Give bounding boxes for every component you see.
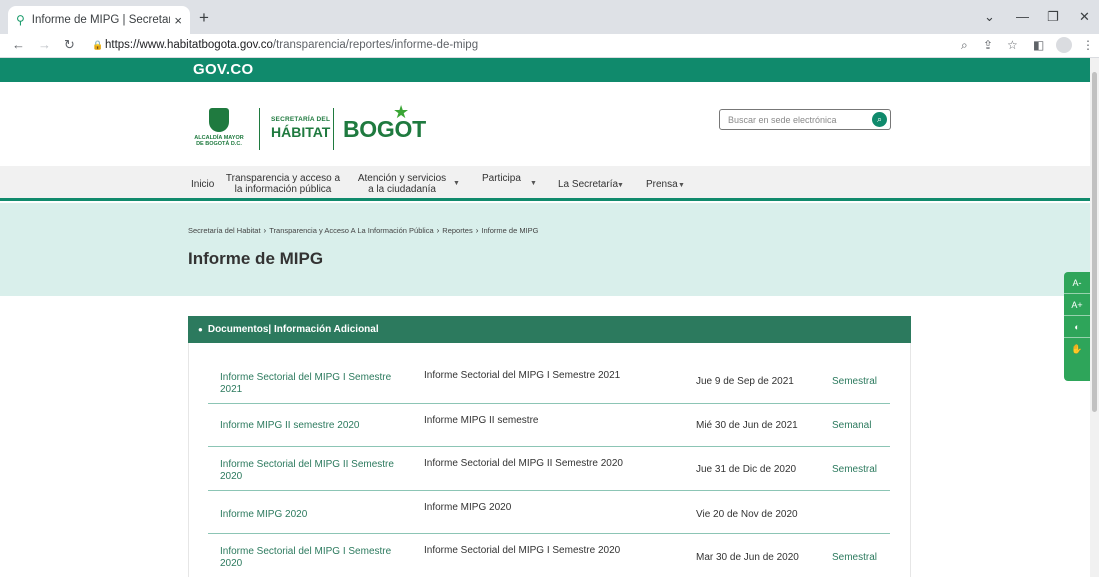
close-window-icon[interactable]: ✕: [1079, 9, 1090, 25]
chevron-down-icon[interactable]: ▼: [617, 182, 624, 189]
document-date: Mié 30 de Jun de 2021: [696, 420, 798, 431]
chevron-right-icon: ›: [475, 226, 479, 235]
chevron-down-icon[interactable]: ▼: [453, 180, 460, 187]
site-header: [0, 82, 1090, 166]
document-title-link[interactable]: Informe Sectorial del MIPG I Semestre 20…: [220, 372, 395, 396]
tab-title: Informe de MIPG | Secretaría del: [31, 14, 171, 26]
document-date: Vie 20 de Nov de 2020: [696, 509, 798, 520]
search-icon[interactable]: ⌕: [872, 112, 887, 127]
nav-la-secretaria[interactable]: La Secretaría: [558, 179, 618, 190]
document-frequency: Semestral: [832, 552, 878, 563]
document-row: Informe MIPG 2020 Informe MIPG 2020 Vie …: [208, 491, 890, 534]
circle-bullet-icon: ●: [198, 325, 203, 334]
bogota-logo[interactable]: BOGOT: [343, 116, 426, 143]
zoom-icon[interactable]: ⌕: [961, 38, 968, 53]
logo-divider-2: [333, 108, 334, 150]
document-date: Mar 30 de Jun de 2020: [696, 552, 799, 563]
document-title-link[interactable]: Informe Sectorial del MIPG II Semestre 2…: [220, 459, 395, 483]
document-date: Jue 31 de Dic de 2020: [696, 464, 797, 475]
gov-co-bar: GOV.CO: [0, 58, 1090, 82]
page-scrollbar[interactable]: [1090, 58, 1099, 577]
document-title-link[interactable]: Informe Sectorial del MIPG I Semestre 20…: [220, 546, 395, 570]
nav-transparencia[interactable]: Transparencia y acceso a la información …: [225, 173, 341, 195]
chevron-right-icon: ›: [263, 226, 267, 235]
nav-atencion[interactable]: Atención y servicios a la ciudadanía: [354, 173, 450, 195]
document-frequency: Semestral: [832, 376, 878, 387]
nav-inicio[interactable]: Inicio: [191, 179, 214, 190]
main-nav: [0, 166, 1090, 201]
breadcrumb-item-secretaria[interactable]: Secretaría del Habitat: [188, 226, 261, 235]
breadcrumb-item-current: Informe de MIPG: [481, 226, 539, 235]
document-row: Informe MIPG II semestre 2020 Informe MI…: [208, 404, 890, 447]
page-title: Informe de MIPG: [188, 249, 324, 268]
site-favicon-icon: ⚲: [16, 13, 25, 27]
nav-participa[interactable]: Participa: [482, 173, 521, 184]
document-frequency: Semestral: [832, 464, 878, 475]
document-row: Informe Sectorial del MIPG II Semestre 2…: [208, 447, 890, 491]
minimize-icon[interactable]: —: [1016, 9, 1029, 24]
back-arrow-icon[interactable]: ←: [12, 37, 25, 52]
logo-divider: [259, 108, 260, 150]
new-tab-button[interactable]: +: [199, 8, 209, 28]
tab-search-chevron-icon[interactable]: ⌄: [984, 9, 995, 25]
breadcrumb-item-reportes[interactable]: Reportes: [442, 226, 472, 235]
document-description: Informe Sectorial del MIPG II Semestre 2…: [424, 458, 623, 469]
alcaldia-text: ALCALDÍA MAYOR DE BOGOTÁ D.C.: [194, 135, 244, 147]
close-tab-icon[interactable]: ×: [174, 13, 182, 28]
bookmark-star-icon[interactable]: ☆: [1007, 38, 1018, 52]
address-bar: ← → ↻ 🔒 https://www.habitatbogota.gov.co…: [0, 34, 1099, 58]
star-icon: ★: [393, 102, 410, 122]
shield-icon: [209, 108, 229, 132]
document-row: Informe Sectorial del MIPG I Semestre 20…: [208, 359, 890, 404]
contrast-icon[interactable]: ◐: [1064, 316, 1090, 338]
profile-avatar-icon[interactable]: [1056, 37, 1072, 53]
document-description: Informe MIPG II semestre: [424, 415, 539, 426]
document-row: Informe Sectorial del MIPG I Semestre 20…: [208, 534, 890, 577]
document-description: Informe Sectorial del MIPG I Semestre 20…: [424, 545, 621, 556]
lock-icon[interactable]: 🔒: [92, 40, 103, 51]
document-title-link[interactable]: Informe MIPG 2020: [220, 509, 395, 521]
url-field[interactable]: https://www.habitatbogota.gov.co/transpa…: [105, 39, 478, 51]
scrollbar-thumb[interactable]: [1092, 72, 1097, 412]
browser-tab[interactable]: ⚲ Informe de MIPG | Secretaría del ×: [8, 6, 190, 34]
search-box: ⌕: [719, 109, 891, 130]
document-title-link[interactable]: Informe MIPG II semestre 2020: [220, 420, 395, 432]
url-host: https://www.habitatbogota.gov.co: [105, 39, 273, 51]
reload-icon[interactable]: ↻: [64, 37, 75, 53]
menu-kebab-icon[interactable]: ⋮: [1082, 38, 1094, 52]
gov-co-logo[interactable]: GOV.CO: [193, 61, 253, 78]
browser-tab-strip: ⚲ Informe de MIPG | Secretaría del × + ⌄…: [0, 0, 1099, 34]
breadcrumb: Secretaría del Habitat › Transparencia y A…: [188, 226, 539, 235]
nav-prensa[interactable]: Prensa: [646, 179, 678, 190]
accessibility-toolbar: A- A+ ◐ ✋: [1064, 272, 1090, 381]
decrease-font-button[interactable]: A-: [1064, 272, 1090, 294]
increase-font-button[interactable]: A+: [1064, 294, 1090, 316]
restore-icon[interactable]: ❐: [1047, 9, 1059, 25]
secretaria-small-text: SECRETARÍA DEL: [271, 116, 331, 123]
chevron-down-icon[interactable]: ▼: [678, 182, 685, 189]
share-icon[interactable]: ⇪: [983, 38, 993, 52]
document-description: Informe Sectorial del MIPG I Semestre 20…: [424, 370, 621, 381]
document-frequency: Semanal: [832, 420, 872, 431]
habitat-text: HÁBITAT: [271, 124, 331, 140]
documents-panel-header[interactable]: ● Documentos| Información Adicional: [188, 316, 911, 343]
alcaldia-logo[interactable]: ALCALDÍA MAYOR DE BOGOTÁ D.C.: [194, 108, 244, 150]
side-panel-icon[interactable]: ◧: [1033, 38, 1044, 52]
sign-language-icon[interactable]: ✋: [1064, 338, 1090, 360]
document-date: Jue 9 de Sep de 2021: [696, 376, 794, 387]
chevron-down-icon[interactable]: ▼: [530, 180, 537, 187]
breadcrumb-item-transparencia[interactable]: Transparencia y Acceso A La Información …: [269, 226, 433, 235]
page-hero: [0, 203, 1090, 296]
chevron-right-icon: ›: [436, 226, 440, 235]
search-input[interactable]: [728, 112, 862, 127]
url-path: /transparencia/reportes/informe-de-mipg: [272, 39, 479, 51]
forward-arrow-icon[interactable]: →: [38, 37, 51, 52]
document-description: Informe MIPG 2020: [424, 502, 512, 513]
panel-title: Documentos| Información Adicional: [207, 324, 379, 335]
